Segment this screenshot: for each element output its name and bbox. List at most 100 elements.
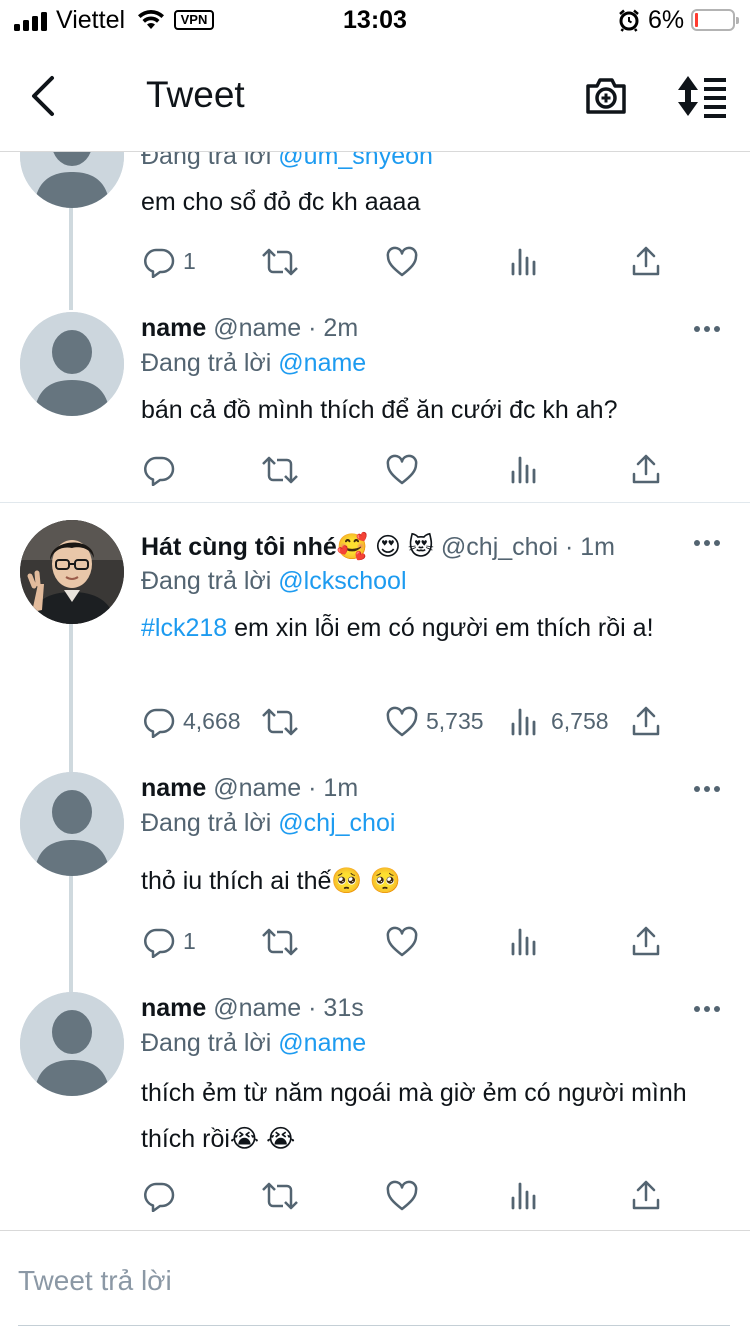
views-button[interactable] xyxy=(511,244,581,280)
avatar[interactable] xyxy=(20,992,124,1096)
view-count: 6,758 xyxy=(551,708,609,734)
retweet-button[interactable] xyxy=(261,924,331,960)
reply-icon xyxy=(144,456,175,486)
more-options-button[interactable] xyxy=(694,538,722,548)
mention-link[interactable]: @name xyxy=(278,1029,366,1057)
battery-icon xyxy=(691,9,739,31)
default-avatar-icon xyxy=(20,772,124,876)
camera-button[interactable] xyxy=(584,74,628,118)
retweet-button[interactable] xyxy=(261,1178,331,1214)
thread-line xyxy=(69,876,73,992)
mention-link[interactable]: @chj_choi xyxy=(278,809,395,837)
reply-count: 1 xyxy=(183,248,196,274)
reply-input[interactable] xyxy=(18,1261,718,1301)
share-icon xyxy=(632,246,660,276)
reply-to-line: Đang trả lời @lckschool xyxy=(141,567,407,595)
like-count: 5,735 xyxy=(426,708,484,734)
handle: @name xyxy=(213,774,302,802)
views-icon xyxy=(511,248,536,276)
thread-line xyxy=(69,624,73,772)
alarm-icon xyxy=(617,8,641,37)
back-button[interactable] xyxy=(24,74,64,118)
more-options-button[interactable] xyxy=(694,784,722,794)
mention-link[interactable]: @um_snyeon xyxy=(278,152,433,170)
tweet-text: thích ẻm từ năm ngoái mà giờ ẻm có người… xyxy=(141,1079,687,1153)
views-button[interactable] xyxy=(511,1178,581,1214)
reply-icon xyxy=(144,708,175,738)
views-icon xyxy=(511,708,536,736)
status-bar: Viettel VPN 13:03 6% xyxy=(0,0,750,44)
retweet-icon xyxy=(262,928,298,956)
share-button[interactable] xyxy=(632,1178,672,1214)
composer-underline xyxy=(18,1325,730,1326)
like-button[interactable] xyxy=(386,244,456,280)
views-icon xyxy=(511,456,536,484)
views-button[interactable]: 6,758 xyxy=(511,704,621,740)
reply-count: 1 xyxy=(183,928,196,954)
retweet-icon xyxy=(262,248,298,276)
reply-to-line: Đang trả lời @um_snyeon xyxy=(141,152,433,171)
tweet-author: name @name · 31s xyxy=(141,994,364,1023)
mention-link[interactable]: @lckschool xyxy=(278,567,406,595)
default-avatar-icon xyxy=(20,152,124,208)
profile-photo-icon xyxy=(20,520,124,624)
handle: @name xyxy=(213,994,302,1022)
display-name[interactable]: name xyxy=(141,774,206,802)
avatar[interactable] xyxy=(20,520,124,624)
like-button[interactable] xyxy=(386,1178,456,1214)
share-icon xyxy=(632,926,660,956)
timestamp: · 31s xyxy=(308,994,364,1022)
reply-composer xyxy=(0,1230,750,1334)
reply-button[interactable]: 1 xyxy=(143,924,213,960)
tweet-text: thỏ iu thích ai thế🥺 🥺 xyxy=(141,867,401,895)
mention-link[interactable]: @name xyxy=(278,349,366,377)
views-icon xyxy=(511,928,536,956)
heart-icon xyxy=(386,1180,418,1211)
retweet-button[interactable] xyxy=(261,244,331,280)
share-icon xyxy=(632,1180,660,1210)
share-button[interactable] xyxy=(632,924,672,960)
reply-button[interactable]: 1 xyxy=(143,244,213,280)
display-name[interactable]: name xyxy=(141,994,206,1022)
hashtag-link[interactable]: #lck218 xyxy=(141,614,227,642)
views-button[interactable] xyxy=(511,452,581,488)
more-options-button[interactable] xyxy=(694,1004,722,1014)
reply-to-line: Đang trả lời @name xyxy=(141,1029,367,1057)
heart-icon xyxy=(386,926,418,957)
handle: @name xyxy=(213,314,302,342)
reply-icon xyxy=(144,1182,175,1212)
views-button[interactable] xyxy=(511,924,581,960)
timestamp: · 2m xyxy=(308,314,359,342)
avatar[interactable] xyxy=(20,312,124,416)
retweet-button[interactable] xyxy=(261,704,331,740)
retweet-button[interactable] xyxy=(261,452,331,488)
reply-button[interactable] xyxy=(143,1178,213,1214)
sort-icon xyxy=(678,76,726,118)
share-button[interactable] xyxy=(632,704,672,740)
avatar[interactable] xyxy=(20,772,124,876)
reply-button[interactable] xyxy=(143,452,213,488)
display-name[interactable]: name xyxy=(141,314,206,342)
retweet-icon xyxy=(262,1182,298,1210)
reply-icon xyxy=(144,248,175,278)
avatar[interactable] xyxy=(20,152,124,208)
top-navigation-bar: Tweet xyxy=(0,44,750,152)
like-button[interactable] xyxy=(386,924,456,960)
display-name[interactable]: Hát cùng tôi nhé🥰 😍 😻 xyxy=(141,533,434,561)
like-button[interactable] xyxy=(386,452,456,488)
reply-button[interactable]: 4,668 xyxy=(143,704,253,740)
thread-line xyxy=(69,208,73,310)
more-options-button[interactable] xyxy=(694,324,722,334)
battery-percent: 6% xyxy=(648,6,685,34)
sort-replies-button[interactable] xyxy=(676,74,728,118)
tweet-text: bán cả đồ mình thích để ăn cưới đc kh ah… xyxy=(141,396,618,424)
tweet-text: em cho sổ đỏ đc kh aaaa xyxy=(141,188,421,216)
like-button[interactable]: 5,735 xyxy=(386,704,496,740)
heart-icon xyxy=(386,706,418,737)
default-avatar-icon xyxy=(20,992,124,1096)
share-button[interactable] xyxy=(632,244,672,280)
reply-to-line: Đang trả lời @name xyxy=(141,349,367,377)
heart-icon xyxy=(386,454,418,485)
reply-count: 4,668 xyxy=(183,708,241,734)
share-button[interactable] xyxy=(632,452,672,488)
